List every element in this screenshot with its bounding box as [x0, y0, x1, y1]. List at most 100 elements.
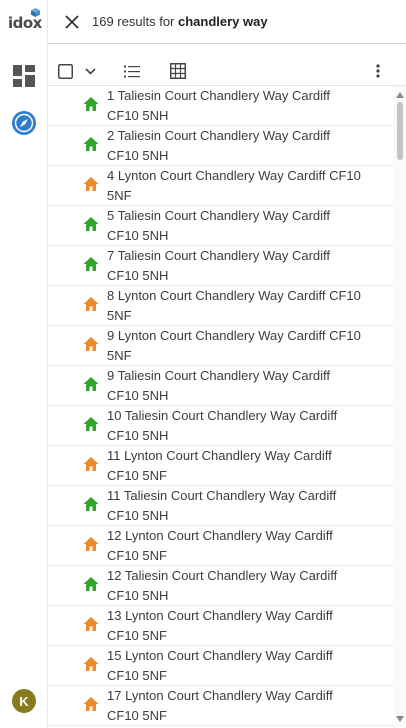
- house-icon: [83, 657, 99, 671]
- compass-icon: [12, 111, 36, 135]
- list-view-icon: [124, 65, 140, 77]
- scrollbar-track[interactable]: [394, 86, 406, 728]
- list-item[interactable]: 9 Lynton Court Chandlery Way Cardiff CF1…: [48, 326, 394, 366]
- address-text: 11 Lynton Court Chandlery Way Cardiff CF1…: [107, 446, 387, 486]
- address-text: 12 Taliesin Court Chandlery Way Cardiff C…: [107, 566, 387, 606]
- list-item[interactable]: 11 Taliesin Court Chandlery Way Cardiff C…: [48, 486, 394, 526]
- search-query: chandlery way: [178, 14, 268, 29]
- address-text: 5 Taliesin Court Chandlery Way Cardiff CF…: [107, 206, 387, 246]
- address-line-1: 10 Taliesin Court Chandlery Way Cardiff: [107, 408, 338, 423]
- list-item[interactable]: 1 Taliesin Court Chandlery Way Cardiff CF…: [48, 86, 394, 126]
- results-list: 1 Taliesin Court Chandlery Way Cardiff CF…: [48, 86, 394, 728]
- address-line-1: 1 Taliesin Court Chandlery Way Cardiff: [107, 88, 331, 103]
- address-line-2: CF10 5NH: [107, 148, 169, 163]
- scrollbar-thumb[interactable]: [397, 102, 403, 160]
- house-icon: [83, 97, 99, 111]
- address-text: 9 Taliesin Court Chandlery Way Cardiff CF…: [107, 366, 387, 406]
- address-text: 15 Lynton Court Chandlery Way Cardiff CF1…: [107, 646, 387, 686]
- address-line-1: 12 Taliesin Court Chandlery Way Cardiff: [107, 568, 338, 583]
- address-text: 12 Lynton Court Chandlery Way Cardiff CF1…: [107, 526, 387, 566]
- address-line-2: CF10 5NF: [107, 548, 167, 563]
- address-line-2: CF10 5NF: [107, 668, 167, 683]
- address-line-2: CF10 5NH: [107, 228, 169, 243]
- idox-logo[interactable]: idox: [8, 8, 42, 34]
- address-text: 10 Taliesin Court Chandlery Way Cardiff C…: [107, 406, 387, 446]
- search-header: 169 results for chandlery way: [48, 0, 406, 44]
- list-item[interactable]: 9 Taliesin Court Chandlery Way Cardiff CF…: [48, 366, 394, 406]
- list-item[interactable]: 5 Taliesin Court Chandlery Way Cardiff CF…: [48, 206, 394, 246]
- scroll-up-arrow-icon[interactable]: [396, 92, 404, 98]
- house-icon: [83, 577, 99, 591]
- house-icon: [83, 377, 99, 391]
- address-line-1: 9 Taliesin Court Chandlery Way Cardiff: [107, 368, 331, 383]
- more-options-button[interactable]: [370, 60, 386, 82]
- select-all-checkbox[interactable]: [56, 60, 74, 82]
- list-item[interactable]: 4 Lynton Court Chandlery Way Cardiff CF1…: [48, 166, 394, 206]
- more-vert-icon: [376, 64, 380, 78]
- address-line-2: 5NF: [107, 348, 132, 363]
- address-line-1: 8 Lynton Court Chandlery Way Cardiff CF1…: [107, 288, 361, 303]
- list-item[interactable]: 2 Taliesin Court Chandlery Way Cardiff CF…: [48, 126, 394, 166]
- house-icon: [83, 457, 99, 471]
- address-text: 7 Taliesin Court Chandlery Way Cardiff CF…: [107, 246, 387, 286]
- address-line-2: CF10 5NH: [107, 108, 169, 123]
- address-line-1: 11 Taliesin Court Chandlery Way Cardiff: [107, 488, 337, 503]
- select-options-dropdown[interactable]: [82, 60, 98, 82]
- list-item[interactable]: 10 Taliesin Court Chandlery Way Cardiff C…: [48, 406, 394, 446]
- list-item[interactable]: 13 Lynton Court Chandlery Way Cardiff CF1…: [48, 606, 394, 646]
- address-line-1: 15 Lynton Court Chandlery Way Cardiff: [107, 648, 333, 663]
- address-text: 8 Lynton Court Chandlery Way Cardiff CF1…: [107, 286, 387, 326]
- house-icon: [83, 137, 99, 151]
- house-icon: [83, 297, 99, 311]
- address-line-2: 5NF: [107, 188, 132, 203]
- list-view-button[interactable]: [122, 60, 142, 82]
- address-line-2: CF10 5NH: [107, 388, 169, 403]
- house-icon: [83, 497, 99, 511]
- address-line-1: 13 Lynton Court Chandlery Way Cardiff: [107, 608, 333, 623]
- results-count: 169 results for: [92, 14, 175, 29]
- address-line-2: CF10 5NH: [107, 508, 169, 523]
- close-search-button[interactable]: [60, 10, 84, 34]
- list-item[interactable]: 7 Taliesin Court Chandlery Way Cardiff CF…: [48, 246, 394, 286]
- list-item[interactable]: 17 Lynton Court Chandlery Way Cardiff CF1…: [48, 686, 394, 726]
- house-icon: [83, 217, 99, 231]
- house-icon: [83, 257, 99, 271]
- house-icon: [83, 177, 99, 191]
- dashboard-button[interactable]: [12, 64, 36, 88]
- list-item[interactable]: 8 Lynton Court Chandlery Way Cardiff CF1…: [48, 286, 394, 326]
- house-icon: [83, 617, 99, 631]
- explore-button[interactable]: [12, 111, 36, 135]
- cube-icon: [31, 8, 40, 17]
- address-text: 13 Lynton Court Chandlery Way Cardiff CF1…: [107, 606, 387, 646]
- address-line-1: 17 Lynton Court Chandlery Way Cardiff: [107, 688, 333, 703]
- address-line-1: 2 Taliesin Court Chandlery Way Cardiff: [107, 128, 331, 143]
- checkbox-icon: [57, 63, 73, 79]
- results-toolbar: [48, 56, 406, 86]
- address-text: 9 Lynton Court Chandlery Way Cardiff CF1…: [107, 326, 387, 366]
- address-line-2: CF10 5NH: [107, 588, 169, 603]
- address-line-2: 5NF: [107, 308, 132, 323]
- address-line-1: 12 Lynton Court Chandlery Way Cardiff: [107, 528, 333, 543]
- chevron-down-icon: [84, 67, 96, 75]
- close-icon: [65, 15, 79, 29]
- address-text: 1 Taliesin Court Chandlery Way Cardiff CF…: [107, 86, 387, 126]
- house-icon: [83, 697, 99, 711]
- list-item[interactable]: 15 Lynton Court Chandlery Way Cardiff CF1…: [48, 646, 394, 686]
- address-text: 2 Taliesin Court Chandlery Way Cardiff CF…: [107, 126, 387, 166]
- side-rail: idox K: [0, 0, 48, 728]
- address-line-2: CF10 5NF: [107, 628, 167, 643]
- grid-view-button[interactable]: [168, 60, 188, 82]
- address-line-1: 5 Taliesin Court Chandlery Way Cardiff: [107, 208, 331, 223]
- list-item[interactable]: 12 Lynton Court Chandlery Way Cardiff CF1…: [48, 526, 394, 566]
- address-line-2: CF10 5NF: [107, 708, 167, 723]
- house-icon: [83, 537, 99, 551]
- list-item[interactable]: 11 Lynton Court Chandlery Way Cardiff CF1…: [48, 446, 394, 486]
- grid-view-icon: [170, 63, 186, 79]
- address-line-2: CF10 5NH: [107, 268, 169, 283]
- list-item[interactable]: 12 Taliesin Court Chandlery Way Cardiff C…: [48, 566, 394, 606]
- address-line-1: 7 Taliesin Court Chandlery Way Cardiff: [107, 248, 331, 263]
- scroll-down-arrow-icon[interactable]: [396, 716, 404, 722]
- address-line-2: CF10 5NH: [107, 428, 169, 443]
- user-avatar[interactable]: K: [12, 689, 36, 713]
- results-summary: 169 results for chandlery way: [92, 14, 268, 29]
